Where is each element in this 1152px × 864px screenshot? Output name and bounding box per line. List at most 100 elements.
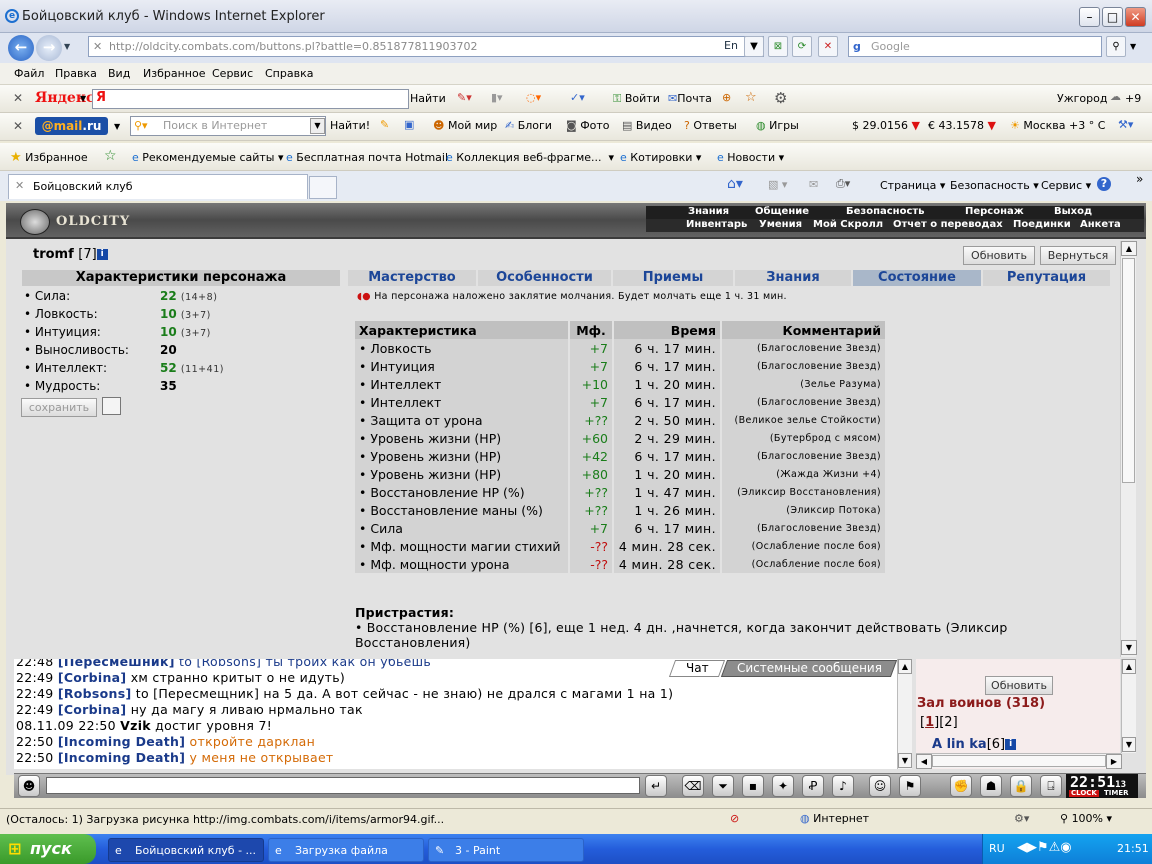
fav-news[interactable]: e Новости ▾ [717, 151, 784, 164]
private-icon[interactable]: ✦ [772, 775, 794, 797]
tab-active[interactable]: ✕ Бойцовский клуб [8, 174, 308, 199]
close-window-button[interactable]: ✕ [1125, 7, 1146, 27]
address-dropdown-button[interactable]: ▼ [744, 36, 764, 57]
add-favorite-icon[interactable]: ☆ [104, 148, 117, 164]
scroll-down-icon[interactable]: ▼ [1122, 737, 1136, 752]
tab-chat[interactable]: Чат [668, 660, 726, 677]
fav-recommended[interactable]: e Рекомендуемые сайты ▾ [132, 151, 284, 164]
tab-features[interactable]: Особенности [478, 270, 613, 286]
nav-my-scroll[interactable]: Мой Скролл [813, 219, 883, 230]
smiley-icon[interactable]: ☺ [869, 775, 891, 797]
save-disk-icon[interactable]: ▪ [742, 775, 764, 797]
mailru-logo[interactable]: @mail.ru [35, 117, 108, 135]
mailru-myworld[interactable]: ☻ Мой мир [433, 119, 497, 132]
lang-indicator[interactable]: En [724, 39, 738, 52]
nav-battles[interactable]: Поединки [1013, 219, 1071, 230]
fav-quotes[interactable]: e Котировки ▾ [620, 151, 701, 164]
player-name[interactable]: tromf [7] i [33, 247, 108, 262]
forward-button[interactable]: → [36, 35, 62, 61]
oldcity-logo[interactable]: OLDCITY [18, 207, 138, 237]
nav-inventory[interactable]: Инвентарь [686, 219, 747, 230]
plus-icon[interactable]: ⊕ [722, 91, 731, 104]
nav-security[interactable]: Безопасность [846, 206, 925, 217]
mailru-menu-icon[interactable]: ▼ [114, 122, 120, 131]
menu-favorites[interactable]: Избранное [143, 67, 205, 80]
nav-character[interactable]: Персонаж [965, 206, 1024, 217]
nav-transfer-report[interactable]: Отчет о переводах [893, 219, 1003, 230]
address-input[interactable]: ✕ http://oldcity.combats.com/buttons.pl?… [88, 36, 764, 57]
sound-icon[interactable]: ♪ [832, 775, 854, 797]
chat-head-icon[interactable]: ☻ [18, 775, 40, 797]
back-button[interactable]: ← [8, 35, 34, 61]
scroll-up-icon[interactable]: ▲ [898, 659, 912, 674]
mailru-dropdown-button[interactable]: ▼ [310, 118, 325, 134]
yandex-menu-icon[interactable]: ▼ [80, 94, 86, 103]
weather-moscow[interactable]: ☀ Москва +3 ° C [1010, 119, 1105, 132]
character-icon[interactable]: ☗ [980, 775, 1002, 797]
tab-reputation[interactable]: Репутация [983, 270, 1112, 286]
lock-icon[interactable]: 🔒 [1010, 775, 1032, 797]
history-dropdown-icon[interactable]: ▼ [64, 42, 70, 51]
settings-gear-icon[interactable]: ⚙ [774, 89, 787, 107]
chevron-more-icon[interactable]: » [1136, 172, 1143, 186]
hscroll-thumb[interactable] [932, 755, 1106, 767]
scroll-down-icon[interactable]: ▼ [1121, 640, 1137, 655]
task-ie[interactable]: e Бойцовский клуб - ... [108, 838, 264, 862]
task-paint[interactable]: ✎ 3 - Paint [428, 838, 584, 862]
chat-nick[interactable]: [Incoming Death] [58, 734, 185, 749]
task-download[interactable]: e Загрузка файла [268, 838, 424, 862]
tab-techniques[interactable]: Приемы [613, 270, 735, 286]
scroll-right-icon[interactable]: ▶ [1106, 754, 1122, 769]
new-tab-button[interactable] [309, 176, 337, 199]
read-mail-icon[interactable]: ✉ [809, 178, 818, 191]
nav-skills[interactable]: Умения [759, 219, 802, 230]
eraser-icon[interactable]: ⌫ [682, 775, 704, 797]
nav-communication[interactable]: Общение [755, 206, 809, 217]
chat-nick[interactable]: [Incoming Death] [58, 750, 185, 765]
menu-help[interactable]: Справка [265, 67, 313, 80]
compat-view-icon[interactable]: ⊠ [768, 36, 788, 57]
google-search-input[interactable]: g Google [848, 36, 1102, 57]
fav-webslices[interactable]: e Коллекция веб-фрагме... ▾ [446, 151, 614, 164]
mailru-photo[interactable]: ◙ Фото [566, 119, 610, 132]
gloves-icon[interactable]: ✊ [950, 775, 972, 797]
spellcheck-icon[interactable]: ✓▾ [570, 91, 585, 104]
chat-message-input[interactable] [46, 777, 640, 794]
print-icon[interactable]: ⎙▾ [836, 177, 850, 191]
chat-nick[interactable]: [Пересмешник] [58, 659, 175, 669]
room-scrollbar[interactable]: ▲ ▼ [1121, 659, 1136, 753]
marker-icon[interactable]: ✎▾ [457, 91, 472, 104]
scroll-thumb[interactable] [1122, 258, 1135, 483]
fav-hotmail[interactable]: e Бесплатная почта Hotmail [286, 151, 448, 164]
start-button[interactable]: ⊞ пуск [0, 834, 96, 864]
mailru-video[interactable]: ▤ Видео [622, 119, 672, 132]
room-hscrollbar[interactable]: ◀ ▶ [916, 753, 1122, 769]
favorites-button[interactable]: ★ Избранное [10, 150, 88, 165]
back-game-button[interactable]: Вернуться [1040, 246, 1116, 265]
chat-nick[interactable]: [Corbina] [58, 670, 127, 685]
scroll-down-icon[interactable]: ▼ [898, 753, 912, 768]
mailru-games[interactable]: ◍ Игры [756, 119, 799, 132]
tools-menu[interactable]: Сервис ▾ [1041, 179, 1091, 192]
yandex-search-input[interactable]: Я [92, 89, 409, 109]
refresh-button[interactable]: Обновить [963, 246, 1035, 265]
room-refresh-button[interactable]: Обновить [985, 676, 1053, 695]
mailru-answers[interactable]: ? Ответы [684, 119, 737, 132]
feeds-icon[interactable]: ▧ ▾ [768, 178, 787, 191]
page-menu[interactable]: Страница ▾ [880, 179, 945, 192]
pencil-icon[interactable]: ✎ [380, 118, 389, 131]
filter-icon[interactable]: ⏷ [712, 775, 734, 797]
menu-edit[interactable]: Правка [55, 67, 97, 80]
nav-exit[interactable]: Выход [1054, 206, 1092, 217]
internet-zone[interactable]: ◍ Интернет [800, 812, 869, 825]
tab-mastery[interactable]: Мастерство [348, 270, 478, 286]
close-toolbar-icon[interactable]: ✕ [13, 91, 23, 105]
yandex-mail-button[interactable]: ✉Почта [668, 92, 712, 105]
chat-nick[interactable]: [Corbina] [58, 702, 127, 717]
chat-nick[interactable]: [Robsons] [58, 686, 132, 701]
yandex-find-button[interactable]: Найти [410, 92, 446, 105]
safety-menu[interactable]: Безопасность ▾ [950, 179, 1039, 192]
tray-lang[interactable]: RU [989, 842, 1005, 855]
star-icon[interactable]: ☆ [745, 90, 757, 105]
close-toolbar-icon[interactable]: ✕ [13, 119, 23, 133]
